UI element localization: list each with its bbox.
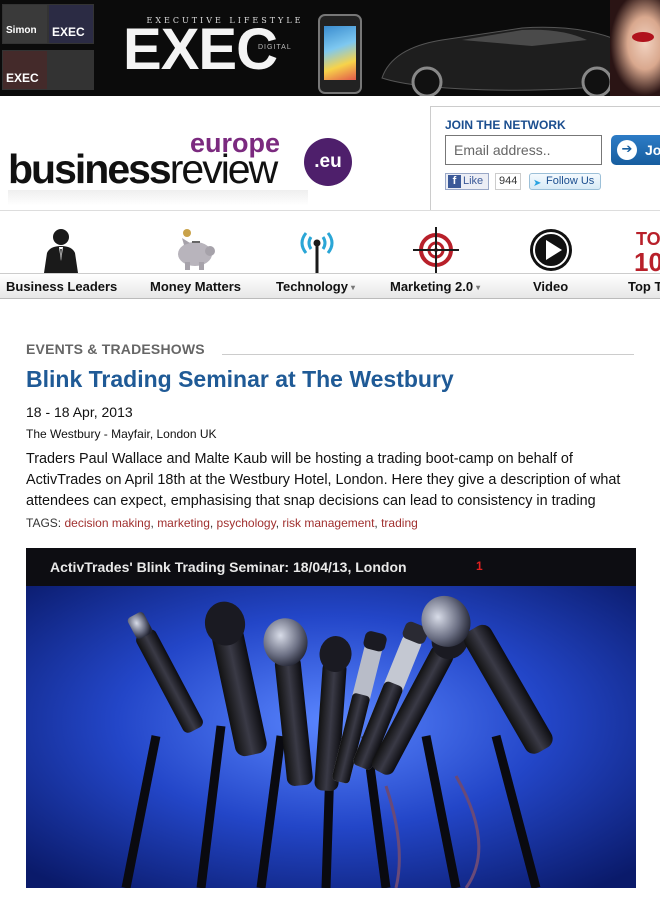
join-button[interactable]: ➔ Jo — [611, 135, 660, 165]
twitter-follow-button[interactable]: ➤ Follow Us — [529, 173, 601, 190]
email-input[interactable] — [445, 135, 602, 165]
tag-link[interactable]: psychology — [217, 516, 276, 530]
like-label: Like — [463, 175, 484, 187]
video-title-bar: ActivTrades' Blink Trading Seminar: 18/0… — [26, 548, 636, 586]
nav-item-money-matters[interactable]: Money Matters — [150, 279, 241, 294]
article-tags: TAGS: decision making, marketing, psycho… — [26, 516, 418, 530]
join-button-label: Jo — [645, 142, 660, 158]
nav-item-technology[interactable]: Technology ▾ — [276, 279, 355, 294]
tag-link[interactable]: trading — [381, 516, 418, 530]
video-count: 1 — [476, 559, 483, 573]
logo-reflection — [8, 190, 308, 206]
top-10-icon[interactable]: TO 10 — [628, 225, 660, 275]
top-icon-digits: 10 — [634, 247, 660, 275]
article-title[interactable]: Blink Trading Seminar at The Westbury — [26, 366, 454, 393]
arrow-right-icon: ➔ — [617, 140, 637, 160]
magazine-cover-image: Simon — [2, 4, 48, 44]
top-icon-text: TO — [636, 229, 660, 249]
target-icon[interactable] — [411, 225, 461, 275]
facebook-like-button[interactable]: f Like — [445, 173, 489, 190]
video-player[interactable]: ActivTrades' Blink Trading Seminar: 18/0… — [26, 548, 636, 888]
join-network-panel: JOIN THE NETWORK ➔ Jo fLike 944 ➤ Follow U… — [430, 106, 660, 210]
tags-label: TAGS: — [26, 516, 62, 530]
logo-review-text: review — [169, 146, 278, 192]
businessman-icon[interactable] — [36, 225, 86, 275]
event-location: The Westbury - Mayfair, London UK — [26, 427, 217, 441]
model-face-image — [610, 0, 660, 96]
twitter-bird-icon: ➤ — [533, 178, 542, 189]
article-summary: Traders Paul Wallace and Malte Kaub will… — [26, 451, 621, 509]
magazine-cover-image: EXEC — [2, 50, 48, 90]
logo-wordmark: businessreview — [8, 146, 278, 193]
nav-item-marketing[interactable]: Marketing 2.0 ▾ — [390, 279, 480, 294]
smartphone-image — [318, 14, 362, 94]
join-network-title: JOIN THE NETWORK — [445, 118, 566, 132]
logo-business-text: business — [8, 146, 172, 192]
magazine-cover-image — [48, 50, 94, 90]
microphones-video-frame[interactable] — [26, 586, 636, 888]
banner-digital-label: DIGITAL — [258, 44, 292, 51]
like-count: 944 — [495, 173, 522, 190]
antenna-icon[interactable] — [292, 225, 342, 275]
tag-link[interactable]: decision making — [64, 516, 150, 530]
play-icon[interactable] — [526, 225, 576, 275]
section-heading[interactable]: EVENTS & TRADESHOWS — [26, 341, 205, 357]
logo-eu-badge: .eu — [304, 138, 352, 186]
video-title[interactable]: ActivTrades' Blink Trading Seminar: 18/0… — [50, 559, 407, 575]
event-dates: 18 - 18 Apr, 2013 — [26, 404, 133, 420]
nav-item-video[interactable]: Video — [533, 279, 568, 294]
category-label-bar: Business Leaders Money Matters Technolog… — [0, 273, 660, 299]
exec-banner-ad[interactable]: Simon EXEC EXEC EXECUTIVE LIFESTYLE EXEC… — [0, 0, 660, 96]
nav-item-business-leaders[interactable]: Business Leaders — [6, 279, 117, 294]
chevron-down-icon: ▾ — [476, 283, 481, 293]
piggy-bank-icon[interactable] — [170, 225, 220, 275]
category-nav: TO 10 Business Leaders Money Matters Tec… — [0, 210, 660, 300]
tag-link[interactable]: risk management — [282, 516, 374, 530]
chevron-down-icon: ▾ — [350, 283, 355, 293]
tag-link[interactable]: marketing — [157, 516, 210, 530]
facebook-icon: f — [448, 175, 461, 188]
nav-item-top-ten[interactable]: Top T — [628, 279, 660, 294]
magazine-cover-image: EXEC — [48, 4, 94, 44]
section-divider — [222, 354, 634, 355]
follow-label: Follow Us — [546, 175, 595, 187]
